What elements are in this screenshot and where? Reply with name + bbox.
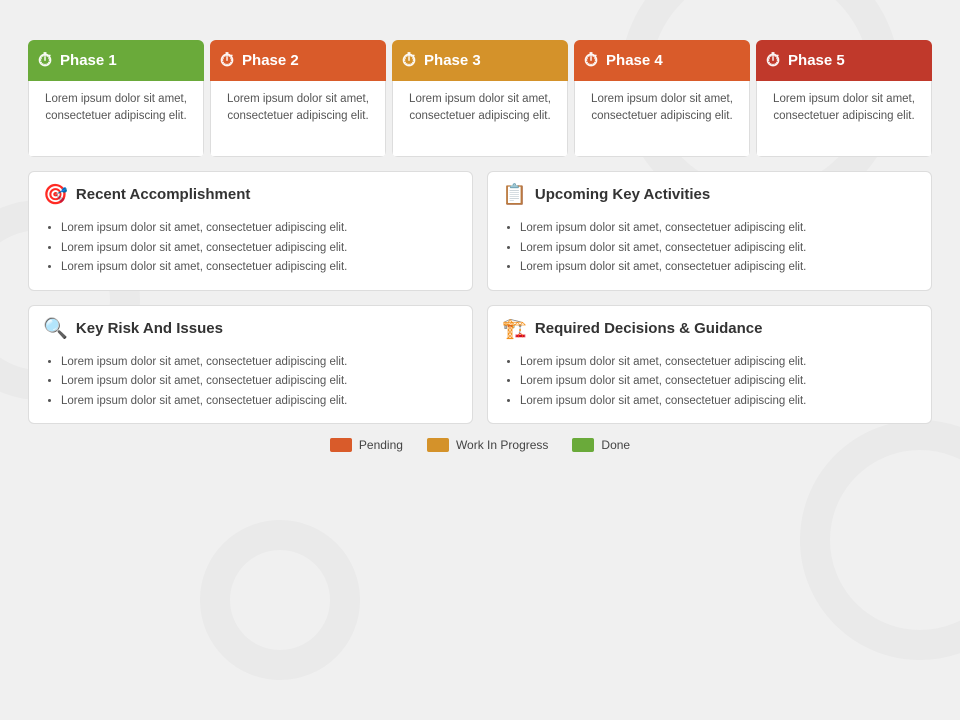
section-box-key-risk-issues: 🔍 Key Risk And Issues Lorem ipsum dolor si… [28, 305, 473, 425]
legend-item-pending: Pending [330, 438, 403, 452]
section-title-required-decisions: Required Decisions & Guidance [535, 320, 763, 337]
phase-header-phase5: ⏱ Phase 5 [756, 40, 932, 81]
phase-card-phase2: ⏱ Phase 2 Lorem ipsum dolor sit amet, cons… [210, 40, 386, 157]
section-title-recent-accomplishment: Recent Accomplishment [76, 186, 251, 203]
legend-color-box [572, 438, 594, 452]
legend-label: Work In Progress [456, 438, 548, 452]
list-item: Lorem ipsum dolor sit amet, consectetuer… [61, 239, 458, 259]
legend-item-done: Done [572, 438, 630, 452]
section-header-key-risk-issues: 🔍 Key Risk And Issues [29, 306, 472, 347]
list-item: Lorem ipsum dolor sit amet, consectetuer… [520, 258, 917, 278]
section-header-recent-accomplishment: 🎯 Recent Accomplishment [29, 172, 472, 213]
list-item: Lorem ipsum dolor sit amet, consectetuer… [520, 392, 917, 412]
section-box-recent-accomplishment: 🎯 Recent Accomplishment Lorem ipsum dolor … [28, 171, 473, 291]
bottom-sections: 🎯 Recent Accomplishment Lorem ipsum dolor … [28, 171, 932, 424]
legend-color-box [427, 438, 449, 452]
section-icon-recent-accomplishment: 🎯 [43, 182, 68, 207]
phase-header-phase2: ⏱ Phase 2 [210, 40, 386, 81]
phase-body-phase2: Lorem ipsum dolor sit amet, consectetuer… [210, 81, 386, 157]
section-header-required-decisions: 🏗️ Required Decisions & Guidance [488, 306, 931, 347]
section-icon-key-risk-issues: 🔍 [43, 316, 68, 341]
phase-body-phase3: Lorem ipsum dolor sit amet, consectetuer… [392, 81, 568, 157]
phase-header-phase1: ⏱ Phase 1 [28, 40, 204, 81]
phase-card-phase3: ⏱ Phase 3 Lorem ipsum dolor sit amet, cons… [392, 40, 568, 157]
timer-icon-phase2: ⏱ [220, 50, 234, 71]
list-item: Lorem ipsum dolor sit amet, consectetuer… [61, 372, 458, 392]
section-box-upcoming-key-activities: 📋 Upcoming Key Activities Lorem ipsum dolo… [487, 171, 932, 291]
section-title-key-risk-issues: Key Risk And Issues [76, 320, 223, 337]
list-item: Lorem ipsum dolor sit amet, consectetuer… [520, 219, 917, 239]
legend-color-box [330, 438, 352, 452]
timer-icon-phase3: ⏱ [402, 50, 416, 71]
phase-label-phase3: Phase 3 [424, 52, 481, 69]
section-header-upcoming-key-activities: 📋 Upcoming Key Activities [488, 172, 931, 213]
phase-label-phase2: Phase 2 [242, 52, 299, 69]
list-item: Lorem ipsum dolor sit amet, consectetuer… [520, 239, 917, 259]
section-content-required-decisions: Lorem ipsum dolor sit amet, consectetuer… [488, 347, 931, 424]
section-icon-required-decisions: 🏗️ [502, 316, 527, 341]
list-item: Lorem ipsum dolor sit amet, consectetuer… [61, 258, 458, 278]
phase-header-phase4: ⏱ Phase 4 [574, 40, 750, 81]
phase-body-phase5: Lorem ipsum dolor sit amet, consectetuer… [756, 81, 932, 157]
list-item: Lorem ipsum dolor sit amet, consectetuer… [520, 353, 917, 373]
legend: Pending Work In Progress Done [28, 438, 932, 452]
timer-icon-phase1: ⏱ [38, 50, 52, 71]
section-icon-upcoming-key-activities: 📋 [502, 182, 527, 207]
timer-icon-phase4: ⏱ [584, 50, 598, 71]
section-content-recent-accomplishment: Lorem ipsum dolor sit amet, consectetuer… [29, 213, 472, 290]
list-item: Lorem ipsum dolor sit amet, consectetuer… [61, 353, 458, 373]
phase-label-phase4: Phase 4 [606, 52, 663, 69]
phase-header-phase3: ⏱ Phase 3 [392, 40, 568, 81]
timer-icon-phase5: ⏱ [766, 50, 780, 71]
legend-label: Done [601, 438, 630, 452]
phase-label-phase1: Phase 1 [60, 52, 117, 69]
phases-row: ⏱ Phase 1 Lorem ipsum dolor sit amet, cons… [28, 40, 932, 157]
phase-body-phase4: Lorem ipsum dolor sit amet, consectetuer… [574, 81, 750, 157]
phase-body-phase1: Lorem ipsum dolor sit amet, consectetuer… [28, 81, 204, 157]
list-item: Lorem ipsum dolor sit amet, consectetuer… [61, 392, 458, 412]
section-content-upcoming-key-activities: Lorem ipsum dolor sit amet, consectetuer… [488, 213, 931, 290]
list-item: Lorem ipsum dolor sit amet, consectetuer… [520, 372, 917, 392]
phase-card-phase5: ⏱ Phase 5 Lorem ipsum dolor sit amet, cons… [756, 40, 932, 157]
section-box-required-decisions: 🏗️ Required Decisions & Guidance Lorem ips… [487, 305, 932, 425]
list-item: Lorem ipsum dolor sit amet, consectetuer… [61, 219, 458, 239]
section-title-upcoming-key-activities: Upcoming Key Activities [535, 186, 710, 203]
phase-label-phase5: Phase 5 [788, 52, 845, 69]
section-content-key-risk-issues: Lorem ipsum dolor sit amet, consectetuer… [29, 347, 472, 424]
legend-item-work-in-progress: Work In Progress [427, 438, 548, 452]
legend-label: Pending [359, 438, 403, 452]
phase-card-phase4: ⏱ Phase 4 Lorem ipsum dolor sit amet, cons… [574, 40, 750, 157]
phase-card-phase1: ⏱ Phase 1 Lorem ipsum dolor sit amet, cons… [28, 40, 204, 157]
